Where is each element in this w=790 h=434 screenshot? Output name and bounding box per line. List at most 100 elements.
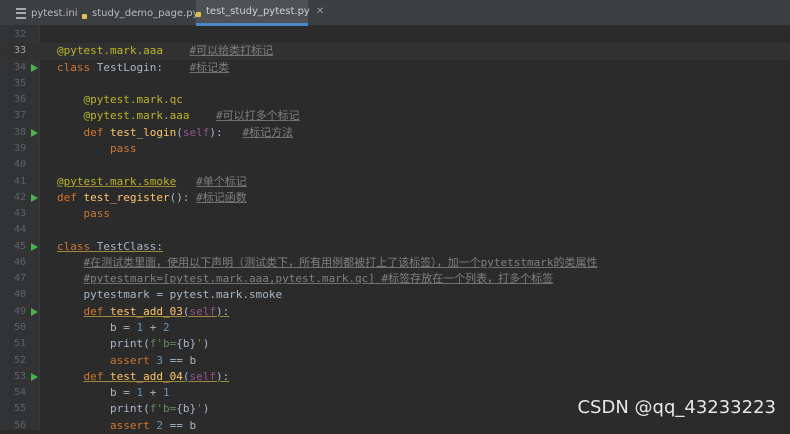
line-number: 56 bbox=[13, 419, 26, 431]
code-line[interactable]: 52 assert 3 == b bbox=[0, 353, 790, 369]
code-line[interactable]: 39 pass bbox=[0, 141, 790, 157]
run-test-icon[interactable] bbox=[31, 307, 38, 316]
run-test-icon[interactable] bbox=[31, 242, 38, 251]
code-token: {b} bbox=[176, 337, 197, 351]
line-number: 32 bbox=[13, 29, 26, 40]
code-line[interactable]: 47 #pytestmark=[pytest.mark.aaa,pytest.m… bbox=[0, 271, 790, 287]
ini-file-icon bbox=[16, 7, 26, 19]
line-number: 39 bbox=[13, 142, 26, 154]
code-line[interactable]: 35 bbox=[0, 76, 790, 92]
code-line[interactable]: 32 bbox=[0, 27, 790, 43]
tab-pytest-ini[interactable]: pytest.ini bbox=[10, 0, 82, 26]
line-number: 43 bbox=[13, 208, 26, 220]
code-line[interactable]: 51 print(f'b={b}') bbox=[0, 336, 790, 352]
code-token: test_add_04 bbox=[110, 369, 183, 383]
code-token: (): bbox=[169, 190, 197, 204]
code-token: ' bbox=[196, 337, 203, 351]
code-token: @pytest.mark.aaa bbox=[83, 109, 190, 123]
code-text: b = 1 + 2 bbox=[57, 320, 170, 336]
code-line[interactable]: 56 assert 2 == b bbox=[0, 418, 790, 434]
code-token: 1 bbox=[162, 386, 170, 400]
code-text: class TestClass: bbox=[57, 239, 163, 255]
code-text: @pytest.mark.smoke #单个标记 bbox=[57, 174, 247, 190]
code-text: pass bbox=[57, 206, 111, 222]
code-line[interactable]: 49 def test_add_03(self): bbox=[0, 304, 790, 320]
code-token: test_add_03 bbox=[110, 304, 183, 318]
code-line[interactable]: 50 b = 1 + 2 bbox=[0, 320, 790, 336]
code-token: b = bbox=[57, 321, 137, 335]
run-test-icon[interactable] bbox=[31, 372, 38, 381]
code-token: #可以打多个标记 bbox=[215, 109, 300, 123]
code-token: def bbox=[83, 304, 110, 318]
code-token: ): bbox=[215, 304, 230, 318]
line-number: 50 bbox=[13, 322, 26, 334]
code-token: == b bbox=[162, 353, 197, 367]
line-number: 45 bbox=[13, 240, 26, 252]
code-line[interactable]: 44 bbox=[0, 222, 790, 238]
line-number: 37 bbox=[13, 110, 26, 122]
code-text: class TestLogin: #标记类 bbox=[57, 60, 229, 76]
code-token: self bbox=[189, 304, 216, 318]
code-token: #标记方法 bbox=[242, 125, 294, 139]
code-line[interactable]: 53 def test_add_04(self): bbox=[0, 369, 790, 385]
code-token: ) bbox=[202, 402, 210, 416]
code-line[interactable]: 46 #在测试类里面，使用以下声明（测试类下，所有用例都被打上了该标签），加一个… bbox=[0, 255, 790, 271]
code-line[interactable]: 41 @pytest.mark.smoke #单个标记 bbox=[0, 174, 790, 190]
run-test-icon[interactable] bbox=[31, 193, 38, 202]
code-token: #单个标记 bbox=[196, 174, 247, 188]
code-token: def bbox=[83, 125, 110, 139]
line-number: 49 bbox=[13, 305, 26, 317]
code-text: pass bbox=[57, 141, 137, 157]
code-text: def test_add_04(self): bbox=[57, 369, 230, 385]
code-line[interactable]: 37 @pytest.mark.aaa #可以打多个标记 bbox=[0, 108, 790, 124]
code-text: #在测试类里面，使用以下声明（测试类下，所有用例都被打上了该标签），加一个pyt… bbox=[57, 255, 598, 271]
code-token: b = bbox=[57, 386, 137, 400]
line-number: 34 bbox=[13, 61, 26, 73]
tab-label: study_demo_page.py bbox=[92, 7, 199, 19]
close-icon[interactable]: ✕ bbox=[316, 6, 324, 17]
code-text: @pytest.mark.qc bbox=[57, 92, 183, 108]
line-number: 48 bbox=[13, 289, 26, 301]
code-line[interactable]: 45 class TestClass: bbox=[0, 239, 790, 255]
code-line[interactable]: 38 def test_login(self): #标记方法 bbox=[0, 125, 790, 141]
code-token: + bbox=[143, 321, 163, 335]
code-token: class bbox=[57, 60, 97, 74]
run-test-icon[interactable] bbox=[31, 128, 38, 137]
code-line[interactable]: 40 bbox=[0, 157, 790, 173]
code-text: print(f'b={b}') bbox=[57, 401, 209, 417]
line-number: 35 bbox=[13, 77, 26, 89]
code-line[interactable]: 34 class TestLogin: #标记类 bbox=[0, 60, 790, 76]
code-line[interactable]: 43 pass bbox=[0, 206, 790, 222]
watermark: CSDN @qq_43233223 bbox=[577, 397, 776, 418]
tab-study-demo-page[interactable]: study_demo_page.py bbox=[82, 0, 199, 26]
code-line[interactable]: 42 def test_register(): #标记函数 bbox=[0, 190, 790, 206]
tab-test-study-pytest[interactable]: test_study_pytest.py ✕ bbox=[196, 0, 324, 26]
code-token: ' bbox=[196, 402, 203, 416]
code-token: #标记类 bbox=[189, 60, 230, 74]
code-line[interactable]: 36 @pytest.mark.qc bbox=[0, 92, 790, 108]
run-test-icon[interactable] bbox=[31, 63, 38, 72]
code-token: test_login bbox=[110, 125, 177, 139]
code-line[interactable]: 33 @pytest.mark.aaa #可以给类打标记 bbox=[0, 43, 790, 60]
code-token: TestLogin: bbox=[96, 60, 163, 74]
code-text: print(f'b={b}') bbox=[57, 336, 209, 352]
code-token: def bbox=[57, 190, 84, 204]
line-number: 52 bbox=[13, 354, 26, 366]
line-number: 44 bbox=[13, 224, 26, 236]
code-text: pytestmark = pytest.mark.smoke bbox=[57, 287, 282, 303]
code-token: {b} bbox=[176, 402, 197, 416]
code-line[interactable]: 48 pytestmark = pytest.mark.smoke bbox=[0, 287, 790, 303]
code-token: #可以给类打标记 bbox=[189, 44, 274, 58]
tab-label: pytest.ini bbox=[31, 7, 78, 19]
